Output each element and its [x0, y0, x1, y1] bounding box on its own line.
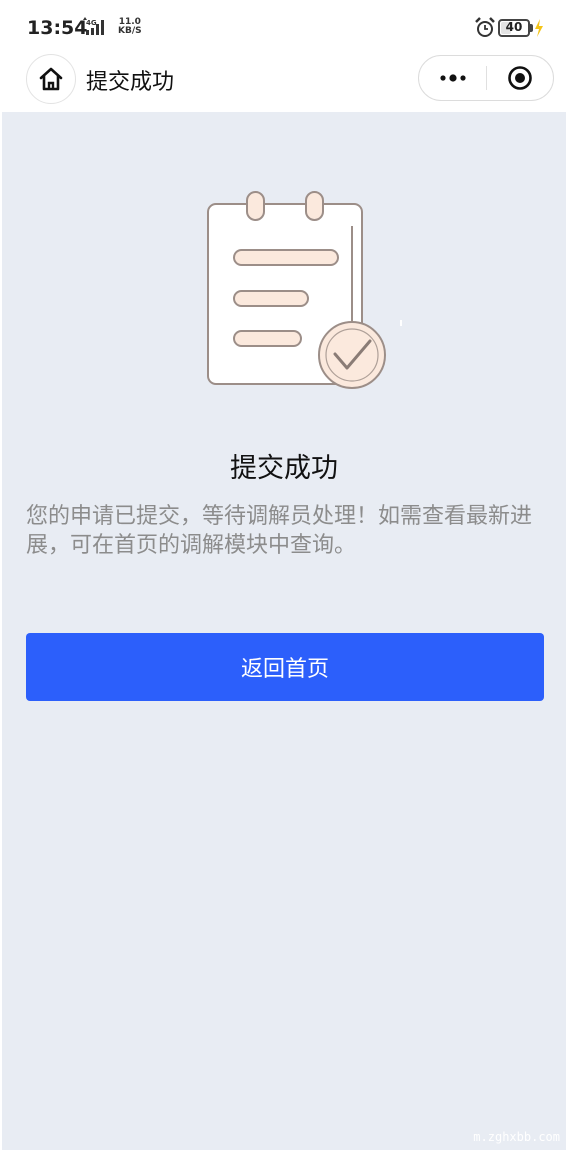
- more-dots-icon: [439, 74, 466, 82]
- home-icon: [39, 67, 63, 91]
- battery-cap: [530, 24, 533, 32]
- charging-bolt-icon: [535, 19, 543, 37]
- back-home-button[interactable]: 返回首页: [26, 633, 544, 701]
- watermark: m.zghxbb.com: [473, 1130, 560, 1144]
- clipboard-check-illustration: [207, 191, 402, 389]
- status-bar: 13:54 4G 11.0 KB/S 40: [0, 0, 570, 56]
- battery-level-text: 40: [505, 20, 523, 34]
- screen: 13:54 4G 11.0 KB/S 40 提交成功 提交成功 您的申请已提交，…: [0, 0, 570, 1150]
- more-button[interactable]: [419, 56, 486, 100]
- network-speed: 11.0 KB/S: [118, 18, 142, 36]
- network-label: 4G: [86, 19, 97, 27]
- battery-icon: 40: [498, 19, 530, 37]
- page-title: 提交成功: [86, 70, 175, 95]
- result-content: 提交成功 您的申请已提交，等待调解员处理！如需查看最新进展，可在首页的调解模块中…: [2, 112, 566, 1150]
- network-speed-unit: KB/S: [118, 26, 142, 36]
- result-title: 提交成功: [230, 453, 338, 484]
- capsule-menu: [418, 55, 554, 101]
- alarm-icon: [475, 17, 495, 37]
- status-time: 13:54: [27, 17, 88, 39]
- result-description: 您的申请已提交，等待调解员处理！如需查看最新进展，可在首页的调解模块中查询。: [26, 504, 533, 558]
- home-button[interactable]: [26, 54, 76, 104]
- close-button[interactable]: [487, 56, 553, 100]
- network-signal-icon: 4G: [83, 17, 104, 35]
- close-target-icon: [508, 66, 532, 90]
